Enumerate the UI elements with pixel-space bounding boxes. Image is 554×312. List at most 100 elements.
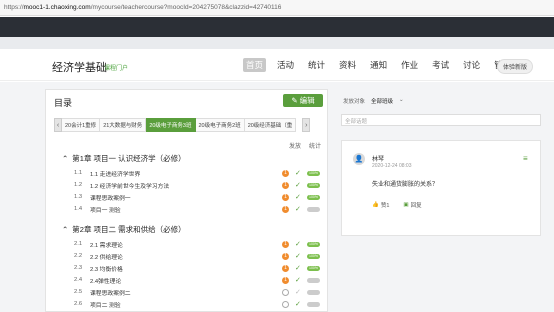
url-host: mooc1-1.chaoxing.com: [23, 4, 91, 11]
reply-icon: ▣: [403, 202, 409, 208]
tabs-next-arrow-icon[interactable]: ›: [302, 118, 311, 132]
list-item[interactable]: 2.1 2.1 需求理论 1 ✓ 100%: [74, 239, 324, 249]
nav-activity[interactable]: 活动: [274, 58, 297, 72]
released-check-icon[interactable]: ✓: [295, 240, 301, 248]
task-count-badge: 1: [282, 264, 289, 272]
progress-pill[interactable]: 100%: [307, 265, 320, 271]
tab-class[interactable]: 20会计1重修: [62, 118, 101, 132]
task-count-badge: 1: [282, 169, 289, 177]
post-date: 2020-12-24 08:03: [372, 163, 412, 169]
progress-pill[interactable]: 100%: [307, 194, 320, 200]
post-author[interactable]: 林琴: [372, 154, 384, 163]
class-tabs: ‹ 20会计1重修 21大数据与财务 20级电子商务3班 20级电子商务2班 2…: [54, 118, 311, 132]
course-portal-link[interactable]: 课程门户: [104, 63, 128, 72]
nav-statistics[interactable]: 统计: [305, 58, 328, 72]
address-bar[interactable]: https://mooc1-1.chaoxing.com/mycourse/te…: [0, 0, 554, 16]
tab-class[interactable]: 21大数据与财务: [100, 118, 147, 132]
pencil-icon: ✎: [291, 96, 298, 105]
row-num: 2.2: [74, 253, 83, 259]
course-title: 经济学基础: [52, 62, 107, 74]
task-count-badge: 1: [282, 240, 289, 248]
release-target: 发放对象 全部班级 ⌄: [343, 97, 404, 105]
progress-pill[interactable]: [307, 289, 320, 295]
col-stats: 统计: [309, 144, 322, 150]
edit-label: 编辑: [299, 96, 315, 105]
col-release: 发放: [289, 144, 302, 150]
progress-pill[interactable]: 100%: [307, 182, 320, 188]
main-nav: 首页 活动 统计 资料 通知 作业 考试 讨论 管理: [243, 58, 514, 72]
nav-exam[interactable]: 考试: [429, 58, 452, 72]
topic-search-input[interactable]: 全部话题: [341, 114, 541, 126]
like-button[interactable]: 👍 赞1: [372, 201, 389, 209]
nav-materials[interactable]: 资料: [336, 58, 359, 72]
progress-pill[interactable]: 100%: [307, 170, 320, 176]
empty-circle-icon: [282, 300, 289, 308]
released-check-icon[interactable]: ✓: [295, 252, 301, 260]
row-num: 1.1: [74, 170, 83, 176]
released-check-icon[interactable]: ✓: [295, 276, 301, 284]
task-count-badge: 1: [282, 193, 289, 201]
reply-label: 回复: [410, 203, 422, 209]
progress-pill[interactable]: [307, 206, 320, 212]
nav-homework[interactable]: 作业: [398, 58, 421, 72]
tab-class[interactable]: 20级电子商务2班: [195, 118, 245, 132]
list-item[interactable]: 1.3 课程思政案例一 1 ✓ 100%: [74, 192, 324, 202]
row-num: 2.3: [74, 265, 83, 271]
released-check-icon[interactable]: ✓: [295, 169, 301, 177]
list-item[interactable]: 2.2 2.2 供给理论 1 ✓ 100%: [74, 251, 324, 261]
menu-icon[interactable]: ≡: [523, 154, 528, 163]
url-prefix: https://: [4, 4, 24, 11]
empty-circle-icon: [282, 288, 289, 296]
catalog-title: 目录: [54, 98, 73, 108]
nav-notice[interactable]: 通知: [367, 58, 390, 72]
collapse-chevron-icon: ⌃: [62, 154, 69, 163]
progress-pill[interactable]: 100%: [307, 253, 320, 259]
unreleased-check-icon[interactable]: ✓: [295, 288, 301, 296]
tabs-prev-arrow-icon[interactable]: ‹: [54, 118, 62, 132]
chapter-1[interactable]: ⌃ 第1章 项目一 认识经济学（必修）: [62, 153, 186, 164]
list-item[interactable]: 1.1 1.1 走进经济学世界 1 ✓ 100%: [74, 168, 324, 178]
collapse-chevron-icon: ⌃: [62, 225, 69, 234]
tab-class-active[interactable]: 20级电子商务3班: [146, 118, 196, 132]
chapter-title: 第2章 项目二 需求和供给（必修）: [72, 225, 186, 234]
released-check-icon[interactable]: ✓: [295, 300, 301, 308]
released-check-icon[interactable]: ✓: [295, 205, 301, 213]
catalog-panel: 目录 ✎ 编辑 ‹ 20会计1重修 21大数据与财务 20级电子商务3班 20级…: [45, 89, 328, 312]
like-count: 赞1: [380, 203, 390, 209]
task-count-badge: 1: [282, 205, 289, 213]
list-item[interactable]: 2.4 2.4弹性理论 1 ✓: [74, 275, 324, 285]
list-item[interactable]: 2.3 2.3 均衡价格 1 ✓ 100%: [74, 263, 324, 273]
released-check-icon[interactable]: ✓: [295, 264, 301, 272]
column-headers: 发放 统计: [289, 141, 321, 150]
edit-button[interactable]: ✎ 编辑: [283, 94, 323, 107]
list-item[interactable]: 1.2 1.2 经济学前世今生及学习方法 1 ✓ 100%: [74, 180, 324, 190]
list-item[interactable]: 2.6 项目二 测验 ✓: [74, 299, 324, 309]
release-target-select[interactable]: 全部班级: [371, 97, 393, 105]
progress-pill[interactable]: [307, 301, 320, 307]
top-gray-bar: [0, 37, 554, 49]
course-header: 经济学基础 课程门户 首页 活动 统计 资料 通知 作业 考试 讨论 管理 体验…: [0, 49, 554, 81]
chevron-down-icon[interactable]: ⌄: [399, 97, 404, 105]
reply-button[interactable]: ▣ 回复: [403, 201, 421, 209]
row-num: 2.6: [74, 301, 83, 307]
discussion-card: 👤 林琴 2020-12-24 08:03 ≡ 失业和通货膨胀的关系？ 👍 赞1 …: [341, 140, 541, 236]
release-target-label: 发放对象: [343, 99, 366, 105]
released-check-icon[interactable]: ✓: [295, 181, 301, 189]
progress-pill[interactable]: 100%: [307, 241, 320, 247]
row-num: 1.3: [74, 194, 83, 200]
chapter-title: 第1章 项目一 认识经济学（必修）: [72, 154, 186, 163]
list-item[interactable]: 1.4 项目一 测验 1 ✓: [74, 204, 324, 214]
try-new-version-button[interactable]: 体验新版: [497, 59, 534, 74]
chapter-2[interactable]: ⌃ 第2章 项目二 需求和供给（必修）: [62, 224, 186, 235]
released-check-icon[interactable]: ✓: [295, 193, 301, 201]
list-item[interactable]: 2.5 课程思政案例二 ✓: [74, 287, 324, 297]
progress-pill[interactable]: [307, 277, 320, 283]
avatar: 👤: [353, 153, 365, 165]
tab-class[interactable]: 20级经济基础（重: [244, 118, 297, 132]
post-question[interactable]: 失业和通货膨胀的关系？: [372, 179, 438, 188]
task-count-badge: 1: [282, 252, 289, 260]
nav-discussion[interactable]: 讨论: [460, 58, 483, 72]
row-num: 1.4: [74, 206, 83, 212]
nav-home[interactable]: 首页: [243, 58, 267, 72]
top-dark-bar: [0, 17, 554, 37]
